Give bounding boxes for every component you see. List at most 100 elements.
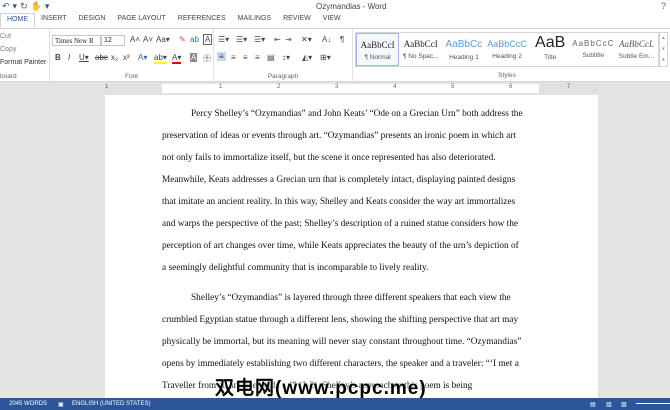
horizontal-ruler[interactable]: 1 1 2 3 4 5 6 7 [105,84,598,93]
numbering-icon[interactable]: ☰▾ [236,35,247,44]
show-marks-icon[interactable]: ¶ [340,35,344,44]
strikethrough-icon[interactable]: abc [95,53,108,62]
style-name: ¶ Normal [364,54,391,61]
text-line: physically be immortal, but its meaning … [162,337,522,347]
italic-icon[interactable]: I [68,53,70,62]
align-left-icon[interactable]: ≡ [217,52,226,61]
touch-mode-icon[interactable]: ✋ [31,1,45,11]
line-spacing-icon[interactable]: ↕▾ [282,53,290,62]
bold-icon[interactable]: B [55,53,61,62]
bullets-icon[interactable]: ☰▾ [218,35,229,44]
styles-gallery: AaBbCcI ¶ Normal AaBbCcI ¶ No Spac... AaBb… [355,32,659,67]
style-heading-2[interactable]: AaBbCcC Heading 2 [485,33,528,66]
font-name-select[interactable]: Times New R [52,35,101,46]
align-center-icon[interactable]: ≡ [231,53,236,62]
style-preview: AaBbCc [445,39,483,50]
tab-mailings[interactable]: MAILINGS [232,13,277,28]
grow-font-icon[interactable]: A˄ [130,35,140,44]
shading-icon[interactable]: A [190,53,198,62]
decrease-indent-icon[interactable]: ⇤ [274,35,281,44]
ruler-number: 1 [105,84,109,90]
ruler-number: 1 [219,84,223,90]
style-name: Subtle Em... [618,53,655,60]
undo-icon[interactable]: ↶ [2,1,13,11]
quick-access-toolbar: ↶▾↻✋▾ [2,1,53,11]
text-line: crumbled Egyptian statue through a diffe… [162,315,519,325]
enclose-characters-icon[interactable]: ㊉ [203,53,211,64]
tab-review[interactable]: REVIEW [277,13,317,28]
style-title[interactable]: AaB Title [529,33,572,66]
text-line: preservation of ideas or events through … [162,131,516,141]
font-group: Times New R 12 A˄ A˅ Aa▾ ✎ ab A B I U▾ a… [50,29,214,82]
font-color-icon[interactable]: A▾ [172,53,182,64]
style-name: Subtitle [582,52,605,59]
sort-icon[interactable]: A↓ [322,35,331,44]
style-preview: AaBbCcC [487,39,527,49]
zoom-slider[interactable] [636,403,670,404]
increase-indent-icon[interactable]: ⇥ [285,35,292,44]
borders-icon[interactable]: ⊞▾ [320,53,331,62]
text-line: Meanwhile, Keats addresses a Grecian urn… [162,175,516,185]
underline-icon[interactable]: U▾ [79,53,89,62]
redo-icon[interactable]: ↻ [20,1,31,11]
style-name: ¶ No Spac... [402,53,439,60]
text-line: Percy Shelley’s “Ozymandias” and John Ke… [191,109,523,119]
justify-icon[interactable]: ≡ [255,53,260,62]
shrink-font-icon[interactable]: A˅ [143,35,153,44]
style-no-spacing[interactable]: AaBbCcI ¶ No Spac... [399,33,442,66]
style-subtitle[interactable]: AaBbCcC Subtitle [572,33,615,66]
asian-layout-icon[interactable]: ✕▾ [301,35,312,44]
tab-page-layout[interactable]: PAGE LAYOUT [111,13,171,28]
style-preview: AaBbCcI [403,39,438,49]
title-bar: ↶▾↻✋▾ Ozymandias - Word ? [0,0,670,13]
multilevel-list-icon[interactable]: ☰▾ [254,35,265,44]
web-layout-icon[interactable]: ▧ [621,401,627,408]
superscript-icon[interactable]: x² [123,53,130,62]
character-border-icon[interactable]: A [203,34,213,45]
text-line: opens by immediately establishing two di… [162,359,519,369]
proofing-icon[interactable]: ▣ [58,401,64,408]
style-name: Heading 1 [449,54,479,61]
tab-insert[interactable]: INSERT [35,13,73,28]
read-mode-icon[interactable]: ▤ [590,401,596,408]
print-layout-icon[interactable]: ▥ [606,401,612,408]
change-case-icon[interactable]: Aa▾ [156,35,170,44]
text-line: Shelley’s “Ozymandias” is layered throug… [191,293,511,303]
phonetic-guide-icon[interactable]: ab [190,35,199,44]
tab-home[interactable]: HOME [0,13,35,28]
ribbon: Cut Copy Format Painter board Times New … [0,28,670,82]
styles-scroll[interactable]: ▴ ▾ ▾ [659,32,668,67]
highlight-icon[interactable]: ab▾ [154,53,167,64]
distributed-icon[interactable]: ▤ [267,53,275,62]
style-heading-1[interactable]: AaBbCc Heading 1 [442,33,485,66]
text-line: and warps the perspective of the past; S… [162,219,519,229]
ribbon-tabs: HOME INSERT DESIGN PAGE LAYOUT REFERENCE… [0,13,670,28]
ruler-number: 7 [567,84,571,90]
paragraph-group: ☰▾ ☰▾ ☰▾ ⇤ ⇥ ✕▾ A↓ ¶ ≡ ≡ ≡ ≡ ▤ ↕▾ ◭▾ ⊞▾ … [214,29,353,82]
style-preview: AaBbCcL [618,39,654,49]
style-normal[interactable]: AaBbCcI ¶ Normal [356,33,400,66]
document-page[interactable]: Percy Shelley’s “Ozymandias” and John Ke… [105,95,598,398]
style-preview: AaBbCcC [572,39,615,48]
paint-bucket-icon[interactable]: ◭▾ [302,53,312,62]
ruler-number: 6 [509,84,513,90]
font-group-label: Font [124,73,138,80]
subscript-icon[interactable]: x₂ [111,53,118,62]
align-right-icon[interactable]: ≡ [243,53,248,62]
font-size-select[interactable]: 12 [101,35,125,46]
tab-view[interactable]: VIEW [317,13,347,28]
tab-references[interactable]: REFERENCES [172,13,232,28]
text-effects-icon[interactable]: A▾ [138,53,147,62]
style-subtle-emphasis[interactable]: AaBbCcL Subtle Em... [615,33,658,66]
style-preview: AaBbCcI [360,40,395,50]
help-button[interactable]: ? [661,1,666,11]
copy-button[interactable]: Copy [0,46,16,53]
cut-button[interactable]: Cut [0,33,11,40]
text-line: that imitate an ancient reality. In this… [162,197,516,207]
format-painter-button[interactable]: Format Painter [0,59,46,66]
language-status[interactable]: ENGLISH (UNITED STATES) [72,401,150,407]
word-count[interactable]: 2045 WORDS [9,401,47,407]
tab-design[interactable]: DESIGN [73,13,112,28]
clear-formatting-icon[interactable]: ✎ [179,35,186,44]
window-title: Ozymandias - Word [316,2,387,11]
